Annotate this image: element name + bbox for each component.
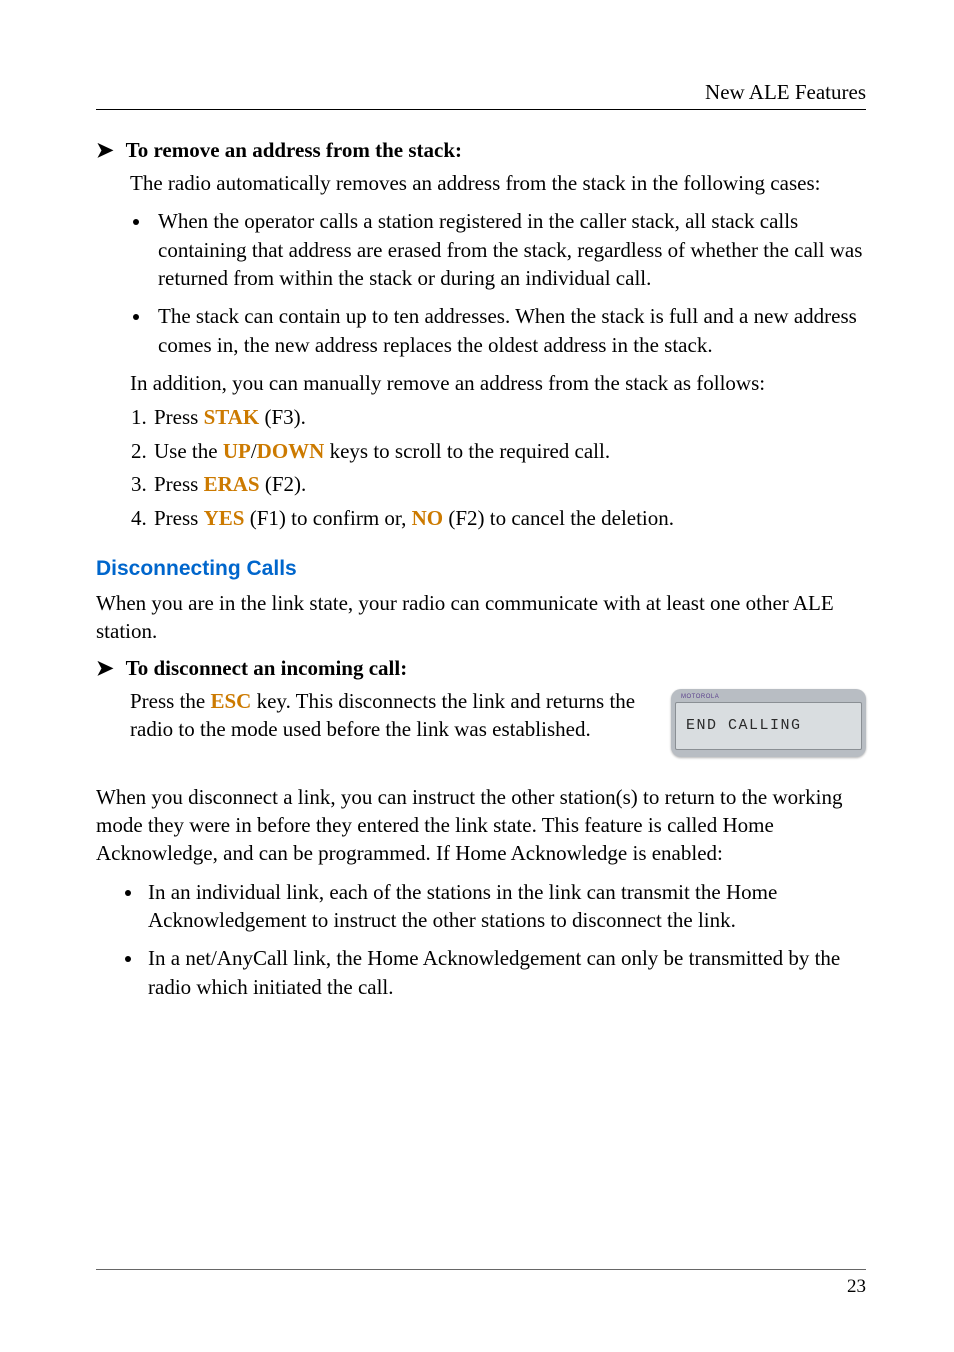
step-4: Press YES (F1) to confirm or, NO (F2) to… xyxy=(152,504,866,533)
text: (F2) to cancel the deletion. xyxy=(443,506,674,530)
list-item: When the operator calls a station regist… xyxy=(152,207,866,292)
disconnect-instruction: Press the ESC key. This disconnects the … xyxy=(130,687,655,744)
list-item: In an individual link, each of the stati… xyxy=(144,878,866,935)
running-header: New ALE Features xyxy=(96,80,866,110)
procedure-title: To remove an address from the stack: xyxy=(126,138,462,163)
procedure-intro: The radio automatically removes an addre… xyxy=(130,169,866,197)
key-down: DOWN xyxy=(257,439,325,463)
radio-display: MOTOROLA END CALLING xyxy=(671,689,866,757)
arrow-icon: ➤ xyxy=(96,658,114,679)
key-no: NO xyxy=(412,506,444,530)
text: keys to scroll to the required call. xyxy=(324,439,610,463)
lcd-screen: END CALLING xyxy=(675,702,862,750)
home-ack-intro: When you disconnect a link, you can inst… xyxy=(96,783,866,868)
procedure-heading-disconnect: ➤ To disconnect an incoming call: xyxy=(96,656,866,681)
page-number: 23 xyxy=(847,1276,866,1297)
text: (F3). xyxy=(259,405,306,429)
text: (F2). xyxy=(260,472,307,496)
step-1: Press STAK (F3). xyxy=(152,403,866,432)
manual-remove-intro: In addition, you can manually remove an … xyxy=(130,369,866,397)
key-up: UP xyxy=(223,439,251,463)
procedure-title: To disconnect an incoming call: xyxy=(126,656,408,681)
text: (F1) to confirm or, xyxy=(244,506,411,530)
auto-remove-cases: When the operator calls a station regist… xyxy=(152,207,866,359)
step-3: Press ERAS (F2). xyxy=(152,470,866,499)
key-eras: ERAS xyxy=(204,472,260,496)
text: Press xyxy=(154,472,204,496)
section-heading-disconnecting: Disconnecting Calls xyxy=(96,557,866,581)
step-2: Use the UP/DOWN keys to scroll to the re… xyxy=(152,437,866,466)
list-item: In a net/AnyCall link, the Home Acknowle… xyxy=(144,944,866,1001)
text: Press the xyxy=(130,689,211,713)
lcd-text: END CALLING xyxy=(686,717,802,734)
page-footer: 23 xyxy=(96,1269,866,1298)
key-esc: ESC xyxy=(211,689,252,713)
arrow-icon: ➤ xyxy=(96,140,114,161)
text: Press xyxy=(154,405,204,429)
key-stak: STAK xyxy=(204,405,260,429)
manual-remove-steps: Press STAK (F3). Use the UP/DOWN keys to… xyxy=(152,403,866,533)
home-ack-list: In an individual link, each of the stati… xyxy=(144,878,866,1001)
section-intro: When you are in the link state, your rad… xyxy=(96,589,866,646)
text: Use the xyxy=(154,439,223,463)
list-item: The stack can contain up to ten addresse… xyxy=(152,302,866,359)
brand-label: MOTOROLA xyxy=(675,693,862,701)
text: Press xyxy=(154,506,204,530)
procedure-heading-remove: ➤ To remove an address from the stack: xyxy=(96,138,866,163)
key-yes: YES xyxy=(204,506,245,530)
